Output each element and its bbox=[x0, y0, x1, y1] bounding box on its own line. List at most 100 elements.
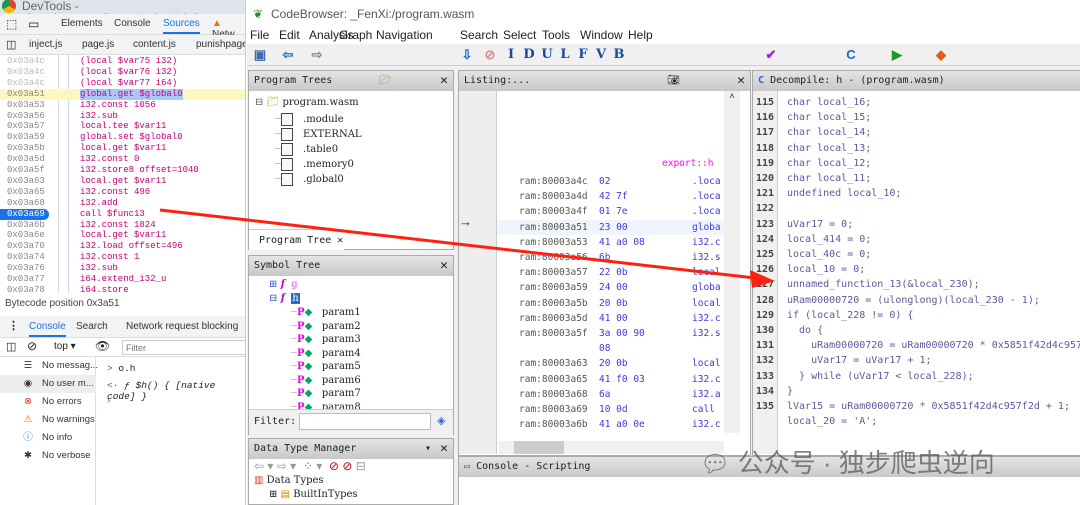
decompile-line[interactable]: 123 uVar17 = 0; bbox=[753, 217, 1080, 232]
decompile-line[interactable]: local_20 = 'A'; bbox=[753, 414, 1080, 429]
param-item[interactable]: ┄P◆ param4 bbox=[291, 348, 361, 359]
code-line[interactable]: 0x03a68 i32.add bbox=[0, 198, 245, 209]
code-line[interactable]: 0x03a56 i32.sub bbox=[0, 111, 245, 122]
code-line[interactable]: 0x03a4c (local $var75 i32) bbox=[0, 56, 245, 67]
code-line[interactable]: 0x03a78 i64.store bbox=[0, 285, 245, 296]
tree-root[interactable]: ⊟ 📁︎ program.wasm bbox=[255, 97, 359, 108]
data-types-root[interactable]: ▥ Data Types bbox=[254, 474, 324, 487]
tab-program-tree[interactable]: Program Tree ✕ bbox=[249, 229, 344, 250]
decompile-line[interactable]: 118 char local_13; bbox=[753, 141, 1080, 156]
symbol-filter-input[interactable] bbox=[299, 413, 431, 430]
line-address[interactable]: 0x03a5f bbox=[7, 165, 45, 176]
decompile-line[interactable]: 122 bbox=[753, 201, 1080, 216]
decompile-line[interactable]: 131 uRam00000720 = uRam00000720 * 0x5851… bbox=[753, 338, 1080, 353]
listing-row[interactable]: ram:80003a56 6b i32.s bbox=[519, 250, 724, 265]
tree-item[interactable]: ┄ .memory0 bbox=[275, 158, 354, 171]
listing-row[interactable]: ram:80003a5f 3a 00 90 i32.s bbox=[519, 326, 724, 341]
toolbar-l-icon[interactable]: L bbox=[557, 47, 573, 63]
more-icon[interactable]: ⋮ bbox=[8, 319, 19, 332]
console-filter-4[interactable]: ⓘ No info bbox=[0, 429, 96, 447]
decompile-line[interactable]: 126 local_10 = 0; bbox=[753, 262, 1080, 277]
listing-row[interactable]: 08 bbox=[519, 341, 724, 356]
console-prompt[interactable]: › bbox=[107, 395, 110, 406]
line-address[interactable]: 0x03a6e bbox=[7, 230, 45, 241]
decompile-line[interactable]: 133 } while (uVar17 < local_228); bbox=[753, 369, 1080, 384]
close-icon[interactable]: ✕ bbox=[737, 71, 745, 91]
toolbar-v-icon[interactable]: V bbox=[593, 47, 609, 63]
line-address[interactable]: 0x03a63 bbox=[7, 176, 45, 187]
navigator-toggle-icon[interactable]: ◫ bbox=[6, 38, 16, 51]
decompile-line[interactable]: 135 lVar15 = uRam00000720 * 0x5851f42d4c9… bbox=[753, 399, 1080, 414]
breakpoint-marker[interactable]: 0x03a69 bbox=[0, 208, 49, 220]
toolbar-f-icon[interactable]: F bbox=[575, 47, 591, 63]
listing-row[interactable]: ram:80003a51 23 00 globa bbox=[497, 219, 724, 235]
next-icon[interactable]: ⇩ bbox=[459, 47, 475, 63]
back-icon[interactable]: ⇦ bbox=[280, 47, 296, 63]
decompile-line[interactable]: 130 do { bbox=[753, 323, 1080, 338]
decompile-line[interactable]: 129 if (local_228 != 0) { bbox=[753, 308, 1080, 323]
param-item[interactable]: ┄P◆ param5 bbox=[291, 361, 361, 372]
inspect-icon[interactable]: ⬚ bbox=[6, 17, 17, 31]
close-icon[interactable]: ✕ bbox=[440, 71, 448, 91]
param-item[interactable]: ┄P◆ param1 bbox=[291, 307, 361, 318]
line-address[interactable]: 0x03a6b bbox=[7, 220, 45, 231]
line-address[interactable]: 0x03a70 bbox=[7, 241, 45, 252]
decompile-line[interactable]: 128 uRam00000720 = (ulonglong)(local_230 … bbox=[753, 293, 1080, 308]
code-line[interactable]: 0x03a4c (local $var76 i32) bbox=[0, 67, 245, 78]
code-line[interactable]: 0x03a57 local.tee $var11 bbox=[0, 121, 245, 132]
line-address[interactable]: 0x03a76 bbox=[7, 263, 45, 274]
line-address[interactable]: 0x03a77 bbox=[7, 274, 45, 285]
tree-item[interactable]: ┄ .module bbox=[275, 113, 344, 126]
line-address[interactable]: 0x03a51 bbox=[7, 89, 45, 100]
tree-item[interactable]: ┄ EXTERNAL bbox=[275, 128, 362, 141]
tab-elements[interactable]: Elements bbox=[61, 18, 103, 29]
tab-console[interactable]: Console bbox=[114, 18, 151, 29]
open-folder-icon[interactable]: 📂︎ bbox=[379, 71, 392, 91]
line-address[interactable]: 0x03a5b bbox=[7, 143, 45, 154]
dtm-nav-icons[interactable]: ⇦ ▾ ⇨ ▾ ⁘ ▾ ⊘ ⊘ ⊟ bbox=[254, 459, 366, 473]
console-filter-5[interactable]: ✱ No verbose bbox=[0, 447, 96, 465]
tree-item[interactable]: ┄ .global0 bbox=[275, 173, 344, 186]
listing-row[interactable]: ram:80003a57 22 0b local bbox=[519, 265, 724, 280]
listing-row[interactable]: ram:80003a4d 42 7f .loca bbox=[519, 189, 724, 204]
device-toolbar-icon[interactable]: ▭ bbox=[28, 17, 39, 31]
clear-console-icon[interactable]: ⊘ bbox=[27, 339, 37, 353]
menu-search[interactable]: Search bbox=[460, 28, 498, 42]
decompile-line[interactable]: 121 undefined local_10; bbox=[753, 186, 1080, 201]
file-tab[interactable]: page.js bbox=[82, 39, 114, 50]
diamond-icon[interactable]: ◆ bbox=[933, 47, 949, 63]
tab-sources[interactable]: Sources bbox=[163, 18, 200, 34]
line-address[interactable]: 0x03a57 bbox=[7, 121, 45, 132]
decompile-line[interactable]: 119 char local_12; bbox=[753, 156, 1080, 171]
decompile-line[interactable]: 120 char local_11; bbox=[753, 171, 1080, 186]
close-icon[interactable]: ✕ bbox=[440, 256, 448, 276]
tab-console-drawer[interactable]: Console bbox=[29, 321, 66, 337]
line-address[interactable]: 0x03a74 bbox=[7, 252, 45, 263]
close-icon[interactable]: ✕ bbox=[440, 439, 448, 459]
code-line[interactable]: 0x03a53 i32.const 1056 bbox=[0, 100, 245, 111]
listing-row[interactable]: ram:80003a59 24 00 globa bbox=[519, 280, 724, 295]
check-icon[interactable]: ✔ bbox=[763, 47, 779, 63]
menu-graph[interactable]: Graph bbox=[339, 28, 372, 42]
save-icon[interactable]: ▣ bbox=[252, 47, 268, 63]
line-address[interactable]: 0x03a4c bbox=[7, 78, 45, 89]
console-filter-3[interactable]: ⚠ No warnings bbox=[0, 411, 96, 429]
wasm-code-view[interactable]: 0x03a4c (local $var75 i32) 0x03a4c (local $… bbox=[0, 55, 245, 296]
console-filter-1[interactable]: ◉ No user m... bbox=[0, 375, 96, 393]
menu-navigation[interactable]: Navigation bbox=[376, 28, 433, 42]
decompile-line[interactable]: 116 char local_15; bbox=[753, 110, 1080, 125]
code-line[interactable]: 0x03a65 i32.const 496 bbox=[0, 187, 245, 198]
toolbar-u-icon[interactable]: U bbox=[539, 47, 555, 63]
decompile-line[interactable]: 124 local_414 = 0; bbox=[753, 232, 1080, 247]
decompile-line[interactable]: 132 uVar17 = uVar17 + 1; bbox=[753, 353, 1080, 368]
menu-help[interactable]: Help bbox=[628, 28, 653, 42]
sidebar-toggle-icon[interactable]: ◫ bbox=[6, 340, 16, 353]
listing-row[interactable]: ram:80003a4f 01 7e .loca bbox=[519, 204, 724, 219]
param-item[interactable]: ┄P◆ param6 bbox=[291, 375, 361, 386]
code-line[interactable]: 0x03a51 global.get $global0 bbox=[0, 88, 245, 100]
forward-icon[interactable]: ⇨ bbox=[309, 47, 325, 63]
file-tab[interactable]: punishpage.m bbox=[196, 39, 245, 50]
menu-file[interactable]: File bbox=[250, 28, 269, 42]
listing-row[interactable]: ram:80003a53 41 a0 08 i32.c bbox=[519, 235, 724, 250]
decompile-line[interactable]: 115 char local_16; bbox=[753, 95, 1080, 110]
